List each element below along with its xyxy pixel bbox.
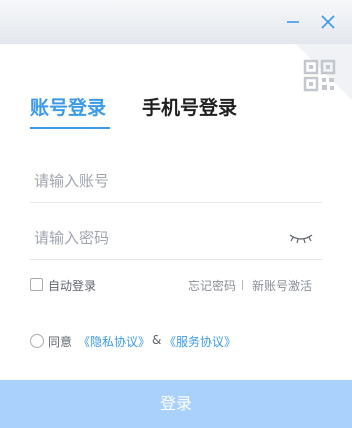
qr-code-icon (296, 44, 352, 100)
eye-closed-icon (289, 234, 313, 244)
login-button[interactable]: 登录 (0, 380, 352, 428)
password-input[interactable] (34, 223, 279, 253)
agreement-radio[interactable] (30, 334, 44, 348)
activate-account-link[interactable]: 新账号激活 (252, 277, 312, 294)
ampersand: & (152, 333, 162, 347)
qr-login-switch[interactable] (296, 44, 352, 100)
auto-login-checkbox[interactable] (30, 278, 43, 291)
close-icon (321, 15, 335, 29)
tab-phone-login[interactable]: 手机号登录 (142, 93, 237, 120)
privacy-policy-link[interactable]: 《隐私协议》 (78, 333, 150, 350)
service-agreement-link[interactable]: 《服务协议》 (164, 333, 236, 350)
active-tab-indicator (30, 127, 110, 129)
close-button[interactable] (316, 10, 340, 34)
account-field (30, 160, 322, 203)
title-bar[interactable] (0, 0, 352, 44)
password-visibility-toggle[interactable] (288, 231, 314, 245)
password-field (30, 217, 322, 260)
account-input[interactable] (34, 166, 279, 196)
forgot-password-link[interactable]: 忘记密码 (188, 277, 236, 294)
link-divider (242, 280, 243, 290)
minimize-button[interactable] (281, 10, 305, 34)
tab-account-login[interactable]: 账号登录 (30, 93, 106, 120)
agree-label[interactable]: 同意 (48, 333, 72, 350)
minimize-icon (287, 21, 299, 23)
auto-login-label[interactable]: 自动登录 (48, 277, 96, 294)
